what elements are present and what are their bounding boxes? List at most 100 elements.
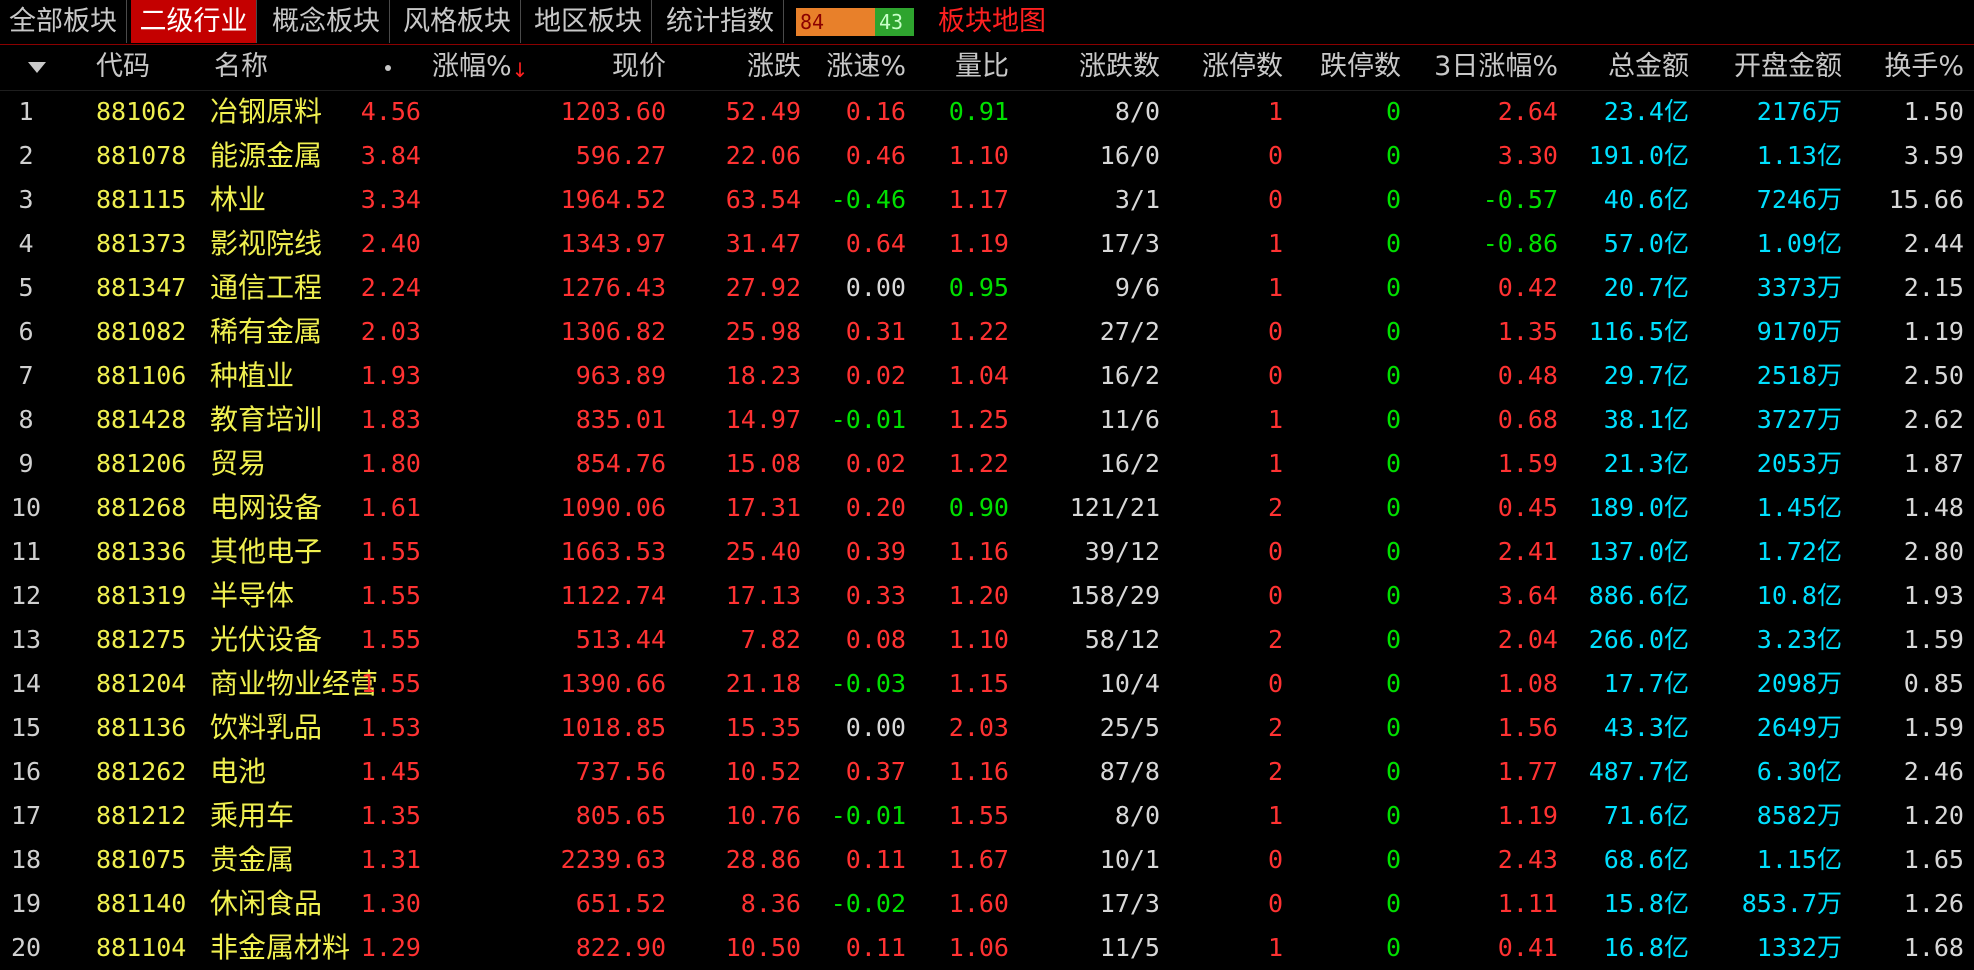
- col-turnover[interactable]: 换手%: [1884, 44, 1964, 90]
- table-row[interactable]: 2 881078 能源金属 3.84 596.27 22.06 0.46 1.10 16/0 0 0…: [0, 134, 1974, 178]
- limit-up-count: 1: [1267, 449, 1283, 478]
- table-row[interactable]: 13 881275 光伏设备 1.55 513.44 7.82 0.08 1.10 58/12 2…: [0, 618, 1974, 662]
- sector-code: 881136: [96, 713, 187, 742]
- table-row[interactable]: 7 881106 种植业 1.93 963.89 18.23 0.02 1.04 16/2 0 0 0…: [0, 354, 1974, 398]
- table-row[interactable]: 6 881082 稀有金属 2.03 1306.82 25.98 0.31 1.22 27/2 0…: [0, 310, 1974, 354]
- col-limit-down[interactable]: 跌停数: [1320, 44, 1401, 90]
- sector-name: 光伏设备: [210, 623, 323, 656]
- row-index: 15: [10, 713, 42, 742]
- row-index: 9: [18, 449, 34, 478]
- sector-name: 休闲食品: [210, 887, 323, 920]
- sector-name: 电网设备: [210, 491, 323, 524]
- total-amount: 68.6亿: [1603, 845, 1689, 874]
- limit-down-count: 0: [1385, 537, 1401, 566]
- pct-change: 1.61: [360, 493, 421, 522]
- col-pct-3d[interactable]: 3日涨幅%: [1434, 44, 1558, 90]
- change: 25.98: [725, 317, 801, 346]
- open-amount: 2176万: [1756, 97, 1842, 126]
- table-row[interactable]: 5 881347 通信工程 2.24 1276.43 27.92 0.00 0.95 9/6 1 0…: [0, 266, 1974, 310]
- col-speed[interactable]: 涨速%: [826, 44, 906, 90]
- volume-ratio: 0.95: [948, 273, 1009, 302]
- table-row[interactable]: 1 881062 冶钢原料 4.56 1203.60 52.49 0.16 0.91 8/0 1 0…: [0, 90, 1974, 134]
- col-name[interactable]: 名称: [214, 44, 268, 90]
- limit-up-count: 0: [1267, 889, 1283, 918]
- turnover: 1.59: [1903, 625, 1964, 654]
- turnover: 1.50: [1903, 97, 1964, 126]
- table-row[interactable]: 8 881428 教育培训 1.83 835.01 14.97 -0.01 1.25 11/6 1…: [0, 398, 1974, 442]
- total-amount: 191.0亿: [1588, 141, 1689, 170]
- pct-3d: 1.11: [1497, 889, 1558, 918]
- pct-3d: 1.19: [1497, 801, 1558, 830]
- volume-ratio: 2.03: [948, 713, 1009, 742]
- table-row[interactable]: 10 881268 电网设备 1.61 1090.06 17.31 0.20 0.90 121/…: [0, 486, 1974, 530]
- tab-secondary-industry[interactable]: 二级行业: [131, 0, 257, 43]
- turnover: 2.50: [1903, 361, 1964, 390]
- total-amount: 38.1亿: [1603, 405, 1689, 434]
- col-pct[interactable]: 涨幅%↓: [432, 44, 528, 90]
- limit-up-count: 0: [1267, 669, 1283, 698]
- table-row[interactable]: 17 881212 乘用车 1.35 805.65 10.76 -0.01 1.55 8/0 1 0…: [0, 794, 1974, 838]
- col-price[interactable]: 现价: [612, 44, 666, 90]
- table-row[interactable]: 20 881104 非金属材料 1.29 822.90 10.50 0.11 1.06 11/5…: [0, 926, 1974, 970]
- table-row[interactable]: 19 881140 休闲食品 1.30 651.52 8.36 -0.02 1.60 17/3 0…: [0, 882, 1974, 926]
- tab-concept-sectors[interactable]: 概念板块: [263, 0, 390, 43]
- open-amount: 3373万: [1756, 273, 1842, 302]
- sector-name: 电池: [210, 755, 267, 788]
- col-change[interactable]: 涨跌: [747, 44, 801, 90]
- tab-all-sectors[interactable]: 全部板块: [0, 0, 127, 43]
- price: 1343.97: [560, 229, 666, 258]
- volume-ratio: 1.22: [948, 317, 1009, 346]
- sector-code: 881075: [96, 845, 187, 874]
- sector-name: 冶钢原料: [210, 95, 323, 128]
- tab-stat-index[interactable]: 统计指数: [657, 0, 784, 43]
- table-row[interactable]: 3 881115 林业 3.34 1964.52 63.54 -0.46 1.17 3/1 0 0 -…: [0, 178, 1974, 222]
- sector-name: 通信工程: [210, 271, 323, 304]
- table-row[interactable]: 9 881206 贸易 1.80 854.76 15.08 0.02 1.22 16/2 1 0 1.…: [0, 442, 1974, 486]
- pct-3d: 2.04: [1497, 625, 1558, 654]
- open-amount: 1332万: [1756, 933, 1842, 962]
- table-row[interactable]: 11 881336 其他电子 1.55 1663.53 25.40 0.39 1.16 39/1…: [0, 530, 1974, 574]
- limit-down-count: 0: [1385, 889, 1401, 918]
- pct-change: 1.45: [360, 757, 421, 786]
- sector-name: 其他电子: [210, 535, 323, 568]
- sector-map-link[interactable]: 板块地图: [938, 0, 1046, 43]
- limit-down-count: 0: [1385, 625, 1401, 654]
- volume-ratio: 1.15: [948, 669, 1009, 698]
- tab-style-sectors[interactable]: 风格板块: [394, 0, 521, 43]
- col-open-amount[interactable]: 开盘金额: [1734, 44, 1842, 90]
- sector-code: 881082: [96, 317, 187, 346]
- change: 21.18: [725, 669, 801, 698]
- table-row[interactable]: 4 881373 影视院线 2.40 1343.97 31.47 0.64 1.19 17/3 1…: [0, 222, 1974, 266]
- total-amount: 189.0亿: [1588, 493, 1689, 522]
- col-volume-ratio[interactable]: 量比: [955, 44, 1009, 90]
- row-index: 12: [10, 581, 42, 610]
- col-updown-count[interactable]: 涨跌数: [1079, 44, 1160, 90]
- table-row[interactable]: 12 881319 半导体 1.55 1122.74 17.13 0.33 1.20 158/2…: [0, 574, 1974, 618]
- turnover: 2.46: [1903, 757, 1964, 786]
- col-code[interactable]: 代码: [96, 44, 150, 90]
- limit-up-count: 1: [1267, 273, 1283, 302]
- limit-up-count: 0: [1267, 141, 1283, 170]
- limit-up-count: 2: [1267, 493, 1283, 522]
- table-row[interactable]: 18 881075 贵金属 1.31 2239.63 28.86 0.11 1.67 10/1 0…: [0, 838, 1974, 882]
- sector-name: 影视院线: [210, 227, 323, 260]
- updown-count: 58/12: [1084, 625, 1160, 654]
- col-limit-up[interactable]: 涨停数: [1202, 44, 1283, 90]
- table-row[interactable]: 15 881136 饮料乳品 1.53 1018.85 15.35 0.00 2.03 25/5…: [0, 706, 1974, 750]
- pct-change: 3.34: [360, 185, 421, 214]
- updown-count: 9/6: [1114, 273, 1160, 302]
- col-amount[interactable]: 总金额: [1608, 44, 1689, 90]
- change: 27.92: [725, 273, 801, 302]
- column-menu-icon[interactable]: [28, 62, 46, 73]
- updown-count: 8/0: [1114, 801, 1160, 830]
- speed: -0.03: [830, 669, 906, 698]
- open-amount: 2649万: [1756, 713, 1842, 742]
- row-index: 7: [18, 361, 34, 390]
- table-row[interactable]: 14 881204 商业物业经营 1.55 1390.66 21.18 -0.03 1.15 1…: [0, 662, 1974, 706]
- tab-region-sectors[interactable]: 地区板块: [525, 0, 652, 43]
- limit-down-count: 0: [1385, 229, 1401, 258]
- open-amount: 1.15亿: [1756, 845, 1842, 874]
- price: 854.76: [575, 449, 666, 478]
- table-row[interactable]: 16 881262 电池 1.45 737.56 10.52 0.37 1.16 87/8 2 0 1…: [0, 750, 1974, 794]
- updown-count: 3/1: [1114, 185, 1160, 214]
